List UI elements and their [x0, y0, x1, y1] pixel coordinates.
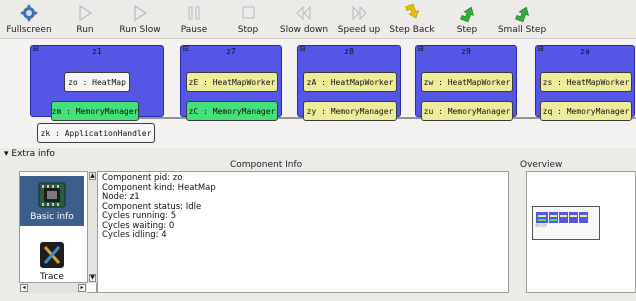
fullscreen-button[interactable]: Fullscreen [0, 0, 58, 38]
component-zC[interactable]: zC : MemoryManager [186, 101, 278, 121]
run-button[interactable]: Run [62, 0, 108, 38]
stop-label: Stop [237, 25, 259, 35]
stop-button[interactable]: Stop [226, 0, 270, 38]
stop-icon [242, 6, 255, 19]
sidebar-item-basic-info[interactable]: Basic info [20, 176, 84, 226]
pause-label: Pause [180, 25, 208, 35]
scroll-right-icon[interactable]: ▸ [78, 284, 86, 292]
scroll-down-icon[interactable]: ▼ [89, 274, 96, 282]
pause-button[interactable]: Pause [172, 0, 216, 38]
node-id: z1 [92, 47, 102, 56]
expander-arrow-icon: ▾ [4, 149, 9, 159]
component-zk[interactable]: zk : ApplicationHandler [37, 123, 155, 143]
step-button[interactable]: Step [448, 0, 486, 38]
node-id: z8 [344, 47, 354, 56]
node-za[interactable]: ⊟ za zs : HeatMapWorker zq : MemoryManag… [535, 45, 635, 121]
step-label: Step [456, 25, 478, 35]
node-z8[interactable]: ⊟ z8 zA : HeatMapWorker zy : MemoryManag… [297, 45, 401, 121]
info-kind: Component kind: HeatMap [102, 182, 216, 193]
run-slow-button[interactable]: Run Slow [114, 0, 166, 38]
toolbar: Fullscreen Run Run Slow Pause Stop Slow … [0, 0, 636, 38]
component-info-panel: Component pid: zo Component kind: HeatMa… [97, 171, 509, 293]
small-step-button[interactable]: Small Step [494, 0, 550, 38]
trace-icon [40, 242, 64, 268]
play-slow-icon [134, 4, 148, 22]
sidebar-item-label: Basic info [30, 212, 74, 222]
component-canvas[interactable]: ⊟ z1 zo : HeatMap zm : MemoryManager zk … [0, 38, 636, 148]
component-zA[interactable]: zA : HeatMapWorker [303, 72, 397, 92]
step-back-icon [405, 3, 420, 19]
rewind-icon [296, 5, 311, 21]
run-label: Run [76, 25, 94, 35]
fast-forward-icon [352, 5, 367, 21]
step-back-label: Step Back [389, 25, 435, 35]
overview-viewport[interactable] [532, 206, 600, 240]
step-back-button[interactable]: Step Back [388, 0, 436, 38]
sidebar-vertical-scrollbar[interactable]: ▲ ▼ [87, 171, 97, 283]
component-zu[interactable]: zu : MemoryManager [421, 101, 513, 121]
fullscreen-icon [20, 4, 38, 22]
sidebar-horizontal-scrollbar[interactable]: ◂ ▸ [19, 282, 87, 293]
small-step-icon [515, 6, 530, 23]
sidebar-item-trace[interactable]: Trace [20, 236, 84, 286]
speed-up-button[interactable]: Speed up [334, 0, 384, 38]
component-zq[interactable]: zq : MemoryManager [540, 101, 632, 121]
node-id: za [580, 47, 590, 56]
component-zy[interactable]: zy : MemoryManager [303, 101, 397, 121]
component-info-title: Component Info [230, 160, 303, 170]
node-z1[interactable]: ⊟ z1 zo : HeatMap zm : MemoryManager [30, 45, 164, 121]
component-zE[interactable]: zE : HeatMapWorker [186, 72, 278, 92]
component-zo[interactable]: zo : HeatMap [64, 72, 130, 92]
overview-minimap [535, 212, 588, 227]
extra-info-label: Extra info [11, 149, 55, 159]
node-z9[interactable]: ⊟ z9 zw : HeatMapWorker zu : MemoryManag… [415, 45, 517, 121]
node-id: z9 [461, 47, 471, 56]
component-zw[interactable]: zw : HeatMapWorker [421, 72, 513, 92]
info-cycles-idling: Cycles idling: 4 [102, 230, 167, 240]
slow-down-button[interactable]: Slow down [278, 0, 330, 38]
speed-up-label: Speed up [337, 25, 381, 35]
slow-down-label: Slow down [279, 25, 329, 35]
scroll-up-icon[interactable]: ▲ [89, 172, 96, 180]
overview-title: Overview [520, 160, 563, 170]
small-step-label: Small Step [497, 25, 547, 35]
run-slow-label: Run Slow [119, 25, 161, 35]
scroll-left-icon[interactable]: ◂ [20, 284, 28, 292]
overview-panel[interactable] [526, 171, 636, 293]
step-icon [460, 6, 475, 23]
basic-info-icon [38, 182, 66, 208]
node-z7[interactable]: ⊟ z7 zE : HeatMapWorker zC : MemoryManag… [180, 45, 282, 121]
component-zs[interactable]: zs : HeatMapWorker [540, 72, 632, 92]
node-id: z7 [226, 47, 236, 56]
play-icon [79, 4, 93, 22]
fullscreen-label: Fullscreen [6, 25, 52, 35]
info-sidebar: Basic info Trace [19, 171, 97, 293]
pause-icon [188, 6, 200, 20]
component-zm[interactable]: zm : MemoryManager [51, 101, 139, 121]
